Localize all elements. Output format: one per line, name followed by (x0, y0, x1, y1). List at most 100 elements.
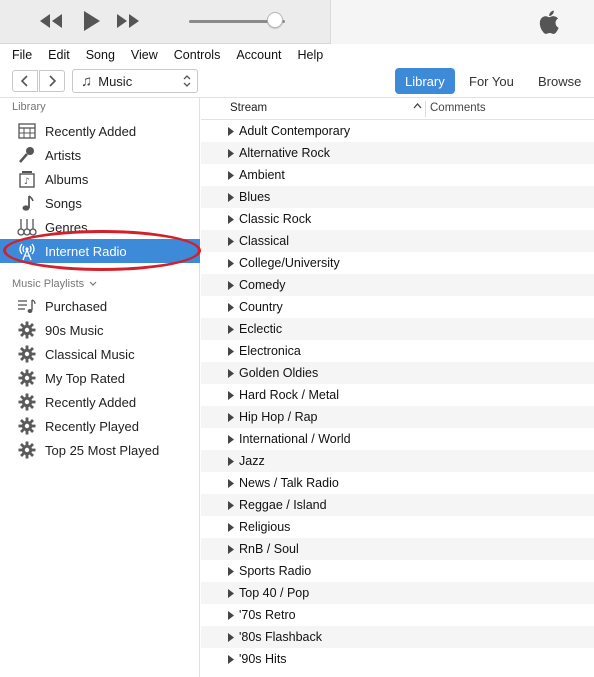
disclosure-triangle-icon[interactable] (227, 258, 235, 268)
playlist-item-purchased[interactable]: Purchased (0, 294, 200, 318)
sidebar-item-label: Albums (45, 171, 89, 187)
stream-row[interactable]: Sports Radio (201, 560, 594, 582)
stream-row-label: Blues (239, 190, 271, 204)
stream-row[interactable]: Ambient (201, 164, 594, 186)
player-bar (0, 0, 594, 44)
menu-edit[interactable]: Edit (48, 48, 70, 62)
disclosure-triangle-icon[interactable] (227, 126, 235, 136)
stream-row[interactable]: Comedy (201, 274, 594, 296)
menu-song[interactable]: Song (86, 48, 115, 62)
select-arrows-icon (183, 75, 191, 87)
stream-row[interactable]: News / Talk Radio (201, 472, 594, 494)
stream-row[interactable]: Golden Oldies (201, 362, 594, 384)
stream-row[interactable]: Hard Rock / Metal (201, 384, 594, 406)
disclosure-triangle-icon[interactable] (227, 148, 235, 158)
stream-row[interactable]: Blues (201, 186, 594, 208)
stream-row-label: Eclectic (239, 322, 283, 336)
playlist-item-my-top-rated[interactable]: My Top Rated (0, 366, 200, 390)
sidebar-item-albums[interactable]: ♪ Albums (0, 167, 200, 191)
forward-button[interactable] (39, 70, 65, 92)
disclosure-triangle-icon[interactable] (227, 192, 235, 202)
stream-row[interactable]: Alternative Rock (201, 142, 594, 164)
sidebar-item-internet-radio[interactable]: Internet Radio (0, 239, 200, 263)
disclosure-triangle-icon[interactable] (227, 610, 235, 620)
column-divider[interactable] (425, 101, 426, 117)
gear-icon (17, 392, 37, 412)
disclosure-triangle-icon[interactable] (227, 368, 235, 378)
sidebar-item-label: Artists (45, 147, 82, 163)
stream-row[interactable]: College/University (201, 252, 594, 274)
playlist-item-top-25-most-played[interactable]: Top 25 Most Played (0, 438, 200, 462)
menu-view[interactable]: View (131, 48, 158, 62)
stream-row-label: Electronica (239, 344, 301, 358)
stream-row[interactable]: Eclectic (201, 318, 594, 340)
stream-row-label: Religious (239, 520, 291, 534)
disclosure-triangle-icon[interactable] (227, 324, 235, 334)
disclosure-triangle-icon[interactable] (227, 214, 235, 224)
sidebar-item-artists[interactable]: Artists (0, 143, 200, 167)
stream-row[interactable]: '70s Retro (201, 604, 594, 626)
playlist-item-recently-added[interactable]: Recently Added (0, 390, 200, 414)
stream-row[interactable]: RnB / Soul (201, 538, 594, 560)
column-stream[interactable]: Stream (230, 102, 267, 114)
stream-row[interactable]: Religious (201, 516, 594, 538)
disclosure-triangle-icon[interactable] (227, 390, 235, 400)
menu-file[interactable]: File (12, 48, 32, 62)
disclosure-triangle-icon[interactable] (227, 500, 235, 510)
menu-account[interactable]: Account (236, 48, 281, 62)
music-playlists-heading[interactable]: Music Playlists (12, 278, 97, 290)
disclosure-triangle-icon[interactable] (227, 654, 235, 664)
stream-row[interactable]: Reggae / Island (201, 494, 594, 516)
disclosure-triangle-icon[interactable] (227, 412, 235, 422)
disclosure-triangle-icon[interactable] (227, 632, 235, 642)
chevron-right-icon (49, 75, 56, 87)
menu-help[interactable]: Help (298, 48, 324, 62)
disclosure-triangle-icon[interactable] (227, 456, 235, 466)
back-button[interactable] (12, 70, 38, 92)
tab-for-you[interactable]: For You (459, 68, 524, 94)
stream-row[interactable]: Classic Rock (201, 208, 594, 230)
tab-browse[interactable]: Browse (528, 68, 591, 94)
disclosure-triangle-icon[interactable] (227, 434, 235, 444)
playlist-item-90s-music[interactable]: 90s Music (0, 318, 200, 342)
chevron-left-icon (21, 75, 28, 87)
column-comments[interactable]: Comments (430, 102, 486, 114)
menu-controls[interactable]: Controls (174, 48, 221, 62)
rewind-button[interactable] (36, 10, 66, 32)
play-button[interactable] (76, 10, 106, 32)
disclosure-triangle-icon[interactable] (227, 302, 235, 312)
sort-ascending-icon[interactable] (413, 102, 422, 110)
disclosure-triangle-icon[interactable] (227, 170, 235, 180)
sidebar-item-genres[interactable]: Genres (0, 215, 200, 239)
disclosure-triangle-icon[interactable] (227, 522, 235, 532)
disclosure-triangle-icon[interactable] (227, 236, 235, 246)
stream-row[interactable]: Hip Hop / Rap (201, 406, 594, 428)
media-kind-select[interactable]: ♫ Music (72, 69, 198, 93)
stream-row[interactable]: '80s Flashback (201, 626, 594, 648)
tab-library[interactable]: Library (395, 68, 455, 94)
stream-row[interactable]: Adult Contemporary (201, 120, 594, 142)
stream-row[interactable]: Country (201, 296, 594, 318)
stream-row[interactable]: Top 40 / Pop (201, 582, 594, 604)
playlist-item-recently-played[interactable]: Recently Played (0, 414, 200, 438)
stream-row[interactable]: '90s Hits (201, 648, 594, 670)
sidebar-item-recently-added[interactable]: Recently Added (0, 119, 200, 143)
disclosure-triangle-icon[interactable] (227, 544, 235, 554)
volume-slider-knob[interactable] (267, 12, 284, 28)
chevron-down-icon (89, 281, 97, 286)
fast-forward-button[interactable] (113, 10, 143, 32)
stream-row[interactable]: Jazz (201, 450, 594, 472)
stream-row[interactable]: Electronica (201, 340, 594, 362)
disclosure-triangle-icon[interactable] (227, 346, 235, 356)
stream-row[interactable]: International / World (201, 428, 594, 450)
playlist-item-classical-music[interactable]: Classical Music (0, 342, 200, 366)
sidebar-item-label: 90s Music (45, 322, 104, 338)
stream-row-label: Jazz (239, 454, 265, 468)
disclosure-triangle-icon[interactable] (227, 478, 235, 488)
media-kind-label: Music (98, 73, 133, 89)
disclosure-triangle-icon[interactable] (227, 566, 235, 576)
disclosure-triangle-icon[interactable] (227, 588, 235, 598)
sidebar-item-songs[interactable]: Songs (0, 191, 200, 215)
stream-row[interactable]: Classical (201, 230, 594, 252)
disclosure-triangle-icon[interactable] (227, 280, 235, 290)
